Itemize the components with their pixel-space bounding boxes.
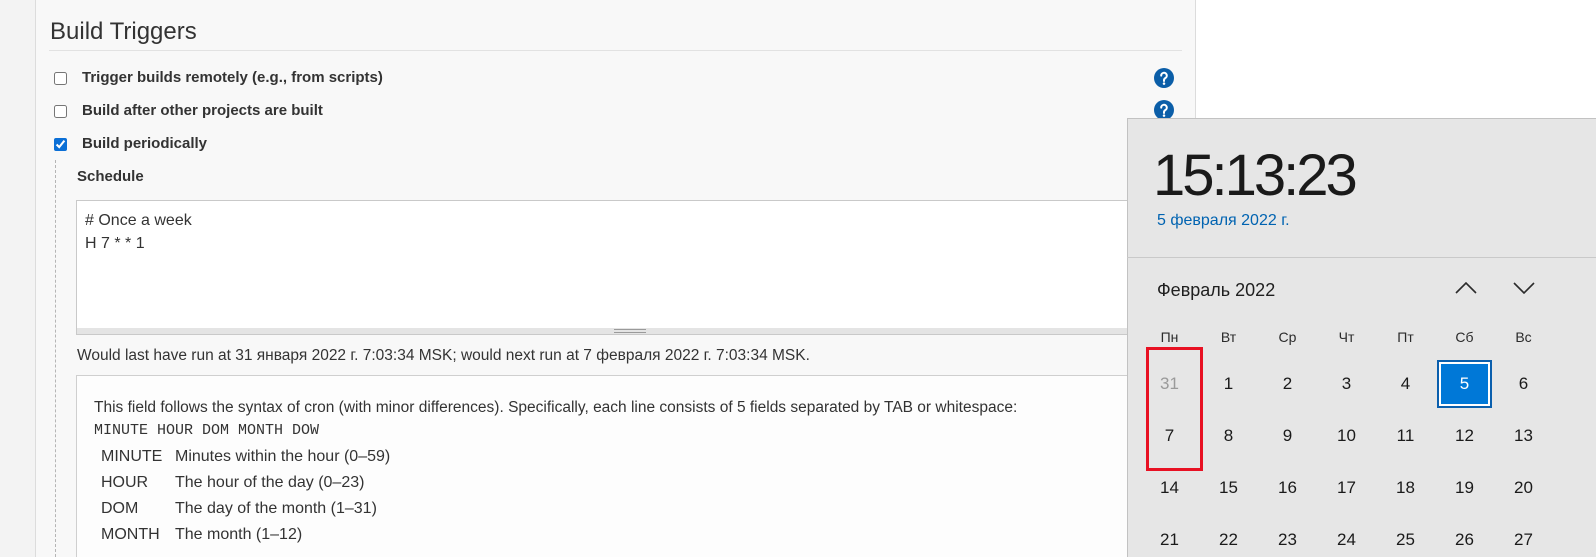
weekday-label: Пт xyxy=(1397,329,1414,345)
clock-calendar-flyout: 15:13:23 5 февраля 2022 г. Февраль 2022 … xyxy=(1127,118,1596,557)
weekday-label: Пн xyxy=(1160,329,1179,345)
calendar-day[interactable]: 21 xyxy=(1140,514,1199,557)
schedule-run-info: Would last have run at 31 января 2022 г.… xyxy=(77,347,810,364)
calendar-day[interactable]: 14 xyxy=(1140,462,1199,514)
cron-field-description: The day of the month (1–31) xyxy=(175,500,377,517)
cron-field-description: Minutes within the hour (0–59) xyxy=(175,448,391,465)
previous-month-button[interactable] xyxy=(1452,276,1480,300)
cron-field-name: MONTH xyxy=(101,526,160,543)
weekday-label: Чт xyxy=(1338,329,1355,345)
trigger-periodically-option[interactable]: Build periodically xyxy=(54,134,207,154)
cron-field-name: HOUR xyxy=(101,474,149,491)
chevron-down-icon xyxy=(1513,282,1535,294)
calendar-day[interactable]: 2 xyxy=(1258,358,1317,410)
calendar-day[interactable]: 20 xyxy=(1494,462,1553,514)
weekday-label: Сб xyxy=(1455,329,1474,345)
cron-help-intro: This field follows the syntax of cron (w… xyxy=(94,399,1018,416)
calendar-day[interactable]: 8 xyxy=(1199,410,1258,462)
trigger-after-projects-checkbox[interactable] xyxy=(54,104,67,118)
calendar-day[interactable]: 16 xyxy=(1258,462,1317,514)
calendar-day[interactable]: 17 xyxy=(1317,462,1376,514)
calendar-day[interactable]: 18 xyxy=(1376,462,1435,514)
trigger-after-projects-option[interactable]: Build after other projects are built xyxy=(54,101,323,121)
calendar-day[interactable]: 15 xyxy=(1199,462,1258,514)
calendar-day[interactable]: 22 xyxy=(1199,514,1258,557)
trigger-after-projects-label[interactable]: Build after other projects are built xyxy=(82,101,323,121)
clock-date-link[interactable]: 5 февраля 2022 г. xyxy=(1157,212,1290,230)
resize-grip-icon xyxy=(614,329,646,333)
help-icon[interactable] xyxy=(1154,100,1174,120)
trigger-periodically-label[interactable]: Build periodically xyxy=(82,134,207,154)
calendar-day[interactable]: 3 xyxy=(1317,358,1376,410)
schedule-label: Schedule xyxy=(77,168,144,185)
section-divider xyxy=(49,50,1182,51)
nested-options-guide xyxy=(55,160,56,557)
trigger-remote-option[interactable]: Trigger builds remotely (e.g., from scri… xyxy=(54,68,383,88)
calendar-day[interactable]: 24 xyxy=(1317,514,1376,557)
weekday-label: Ср xyxy=(1278,329,1297,345)
section-title: Build Triggers xyxy=(50,18,197,45)
cron-fields-table: MINUTE Minutes within the hour (0–59) HO… xyxy=(101,444,390,548)
next-month-button[interactable] xyxy=(1510,276,1538,300)
calendar-days-grid: 31 1 2 3 4 5 6 7 8 9 10 11 12 13 14 15 1… xyxy=(1140,358,1553,557)
cron-syntax-line: MINUTE HOUR DOM MONTH DOW xyxy=(94,422,320,439)
flyout-divider xyxy=(1127,257,1596,258)
calendar-day[interactable]: 9 xyxy=(1258,410,1317,462)
build-triggers-section: Build Triggers Trigger builds remotely (… xyxy=(35,0,1196,557)
cron-field-name: DOM xyxy=(101,500,139,517)
cron-field-description: The month (1–12) xyxy=(175,526,303,543)
calendar-day[interactable]: 23 xyxy=(1258,514,1317,557)
calendar-day[interactable]: 7 xyxy=(1140,410,1199,462)
weekday-label: Вт xyxy=(1220,329,1237,345)
textarea-resize-handle[interactable] xyxy=(76,328,1182,335)
trigger-remote-label[interactable]: Trigger builds remotely (e.g., from scri… xyxy=(82,68,383,88)
calendar-day[interactable]: 1 xyxy=(1199,358,1258,410)
cron-field-description: The hour of the day (0–23) xyxy=(175,474,365,491)
calendar-day[interactable]: 25 xyxy=(1376,514,1435,557)
weekday-header: Пн Вт Ср Чт Пт Сб Вс xyxy=(1140,322,1553,352)
calendar-day[interactable]: 27 xyxy=(1494,514,1553,557)
help-icon[interactable] xyxy=(1154,68,1174,88)
chevron-up-icon xyxy=(1455,282,1477,294)
calendar-day[interactable]: 26 xyxy=(1435,514,1494,557)
schedule-textarea[interactable]: # Once a week H 7 * * 1 xyxy=(76,200,1182,328)
calendar-day[interactable]: 4 xyxy=(1376,358,1435,410)
calendar-day[interactable]: 6 xyxy=(1494,358,1553,410)
calendar-month-label[interactable]: Февраль 2022 xyxy=(1157,279,1275,301)
calendar-day[interactable]: 11 xyxy=(1376,410,1435,462)
weekday-label: Вс xyxy=(1515,329,1532,345)
calendar-day[interactable]: 31 xyxy=(1140,358,1199,410)
cron-help-box: This field follows the syntax of cron (w… xyxy=(76,375,1182,557)
cron-field-name: MINUTE xyxy=(101,448,163,465)
calendar-day[interactable]: 19 xyxy=(1435,462,1494,514)
calendar-day[interactable]: 10 xyxy=(1317,410,1376,462)
calendar-day[interactable]: 12 xyxy=(1435,410,1494,462)
trigger-periodically-checkbox[interactable] xyxy=(54,137,67,151)
page-left-margin xyxy=(0,0,35,557)
trigger-remote-checkbox[interactable] xyxy=(54,71,67,85)
calendar-day-today[interactable]: 5 xyxy=(1437,360,1492,408)
clock-time: 15:13:23 xyxy=(1153,143,1358,208)
calendar-day[interactable]: 13 xyxy=(1494,410,1553,462)
